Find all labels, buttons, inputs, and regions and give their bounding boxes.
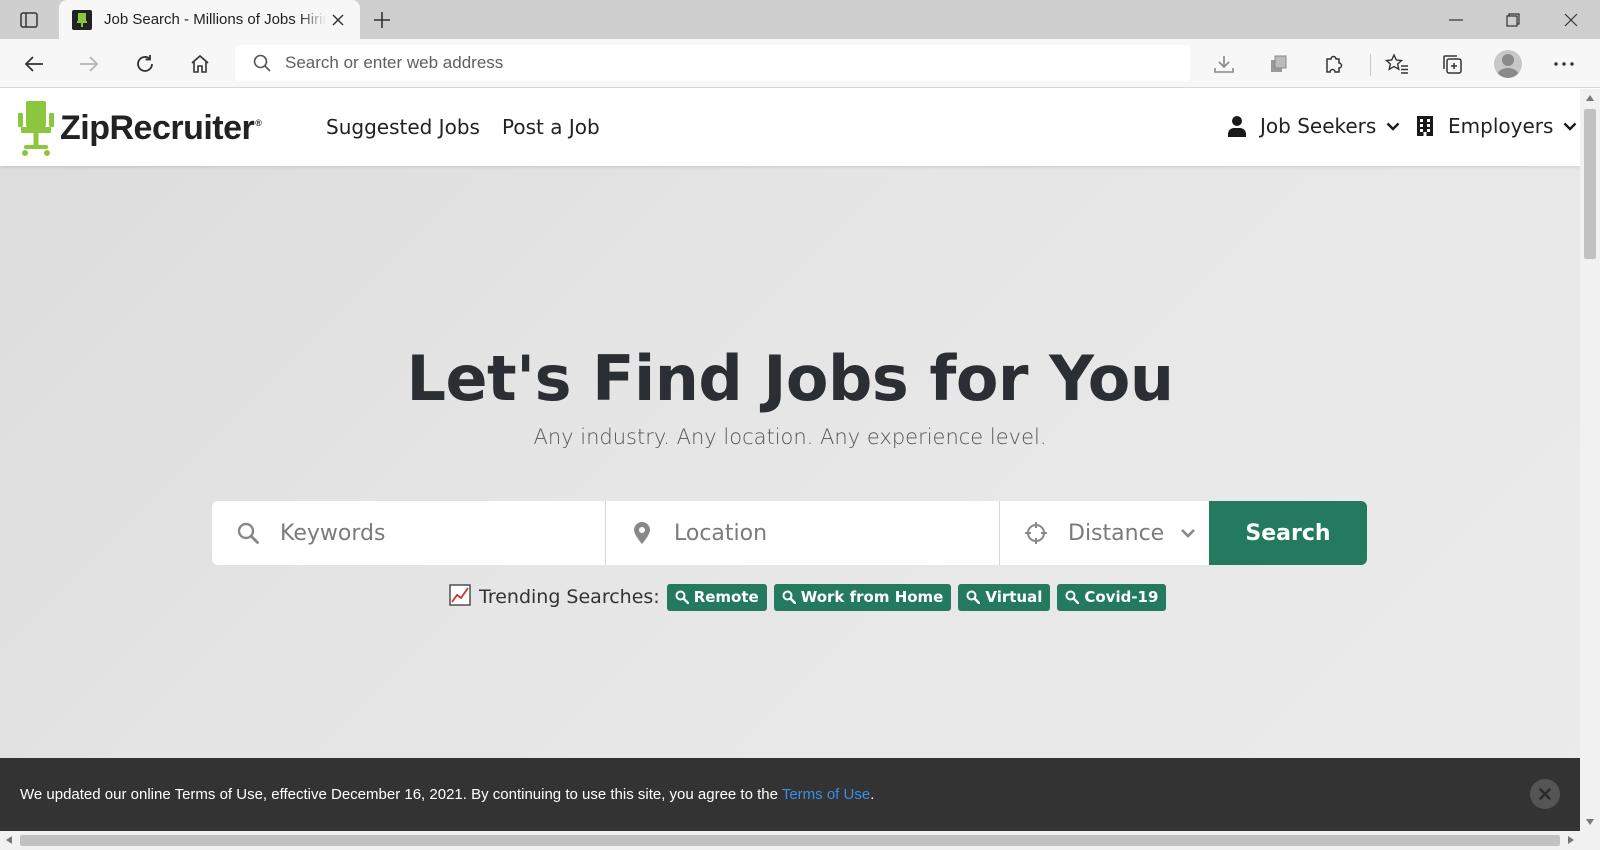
chevron-down-icon (1386, 119, 1400, 133)
toolbar-divider (1370, 54, 1371, 76)
horizontal-scroll-thumb[interactable] (20, 835, 1560, 846)
collections-icon[interactable] (1436, 48, 1468, 80)
search-icon (675, 590, 689, 604)
hero-title: Let's Find Jobs for You (406, 342, 1174, 415)
search-button[interactable]: Search (1209, 501, 1367, 565)
search-icon (966, 590, 981, 604)
horizontal-scrollbar[interactable] (0, 831, 1600, 850)
restore-icon[interactable] (1485, 0, 1541, 39)
hero-subtitle: Any industry. Any location. Any experien… (533, 425, 1047, 449)
search-icon (236, 521, 260, 545)
trending-searches: Trending Searches: Remote Work from Home… (449, 582, 1173, 612)
favorites-icon[interactable] (1381, 48, 1413, 80)
location-input[interactable] (674, 520, 974, 546)
chevron-down-icon (1180, 525, 1196, 541)
browser-toolbar (0, 39, 1600, 88)
extensions-icon[interactable] (1318, 48, 1350, 80)
employers-menu[interactable]: Employers (1414, 114, 1577, 138)
chip-label: Work from Home (800, 588, 944, 606)
nav-post-a-job[interactable]: Post a Job (502, 115, 600, 139)
trending-label: Trending Searches: (479, 586, 660, 608)
scroll-left-arrow-icon[interactable] (3, 834, 15, 846)
search-icon (782, 590, 796, 604)
chair-logo-icon (18, 101, 54, 156)
minimize-icon[interactable] (1428, 0, 1484, 39)
collections-stack-icon[interactable] (1263, 48, 1295, 80)
terms-of-use-link[interactable]: Terms of Use (782, 786, 870, 803)
chip-label: Covid-19 (1084, 588, 1159, 606)
distance-label: Distance (1068, 520, 1165, 546)
close-window-icon[interactable] (1543, 0, 1599, 39)
vertical-scrollbar[interactable] (1580, 89, 1600, 831)
job-seekers-menu[interactable]: Job Seekers (1226, 114, 1400, 138)
refresh-icon[interactable] (129, 48, 161, 80)
trending-chart-icon (449, 583, 471, 611)
ziprecruiter-favicon-icon (72, 9, 92, 30)
trending-chip-covid-19[interactable]: Covid-19 (1057, 583, 1167, 611)
job-seekers-label: Job Seekers (1260, 114, 1377, 138)
browser-tab-bar: Job Search - Millions of Jobs Hiring Nea… (0, 0, 1600, 39)
logo-registered-mark: ® (255, 118, 262, 129)
site-header: ZipRecruiter® Suggested Jobs Post a Job … (0, 89, 1580, 166)
close-banner-icon[interactable] (1530, 779, 1560, 809)
banner-text-end: . (870, 786, 875, 803)
scroll-right-arrow-icon[interactable] (1565, 834, 1577, 846)
vertical-scroll-thumb[interactable] (1584, 109, 1596, 259)
ziprecruiter-logo[interactable]: ZipRecruiter® (18, 99, 262, 157)
crosshair-icon (1024, 521, 1048, 545)
building-icon (1414, 115, 1436, 137)
search-icon (251, 52, 273, 74)
keywords-input[interactable] (280, 520, 580, 546)
chip-label: Virtual (985, 588, 1043, 606)
job-search-form: Distance Search (212, 501, 1367, 565)
search-icon (1065, 590, 1080, 604)
terms-update-banner: We updated our online Terms of Use, effe… (0, 758, 1580, 831)
map-pin-icon (630, 521, 654, 545)
home-icon[interactable] (184, 48, 216, 80)
address-bar[interactable] (235, 45, 1190, 81)
chip-label: Remote (693, 588, 759, 606)
banner-text: We updated our online Terms of Use, effe… (20, 786, 782, 803)
banner-message: We updated our online Terms of Use, effe… (20, 786, 874, 803)
logo-wordmark: ZipRecruiter (60, 108, 255, 147)
chevron-down-icon (1563, 119, 1577, 133)
back-icon[interactable] (18, 48, 50, 80)
more-options-icon[interactable] (1548, 48, 1580, 80)
address-input[interactable] (285, 53, 1165, 73)
forward-icon[interactable] (73, 48, 105, 80)
trending-chip-virtual[interactable]: Virtual (958, 583, 1051, 611)
location-field[interactable] (606, 501, 1000, 565)
close-tab-icon[interactable] (328, 10, 348, 30)
downloads-icon[interactable] (1208, 48, 1240, 80)
trending-chip-work-from-home[interactable]: Work from Home (773, 583, 952, 611)
scroll-up-arrow-icon[interactable] (1584, 92, 1596, 104)
keywords-field[interactable] (212, 501, 606, 565)
tab-title: Job Search - Millions of Jobs Hiring Nea… (104, 11, 326, 28)
scroll-down-arrow-icon[interactable] (1584, 816, 1596, 828)
new-tab-icon[interactable] (369, 7, 395, 33)
nav-suggested-jobs[interactable]: Suggested Jobs (326, 115, 480, 139)
sidebar-toggle-icon[interactable] (14, 8, 44, 32)
profile-avatar[interactable] (1492, 48, 1524, 80)
employers-label: Employers (1448, 114, 1554, 138)
page-viewport: ZipRecruiter® Suggested Jobs Post a Job … (0, 89, 1580, 831)
browser-tab-active[interactable]: Job Search - Millions of Jobs Hiring Nea… (59, 0, 360, 39)
distance-select[interactable]: Distance (1000, 501, 1209, 565)
trending-chip-remote[interactable]: Remote (666, 583, 767, 611)
person-icon (1226, 115, 1248, 137)
